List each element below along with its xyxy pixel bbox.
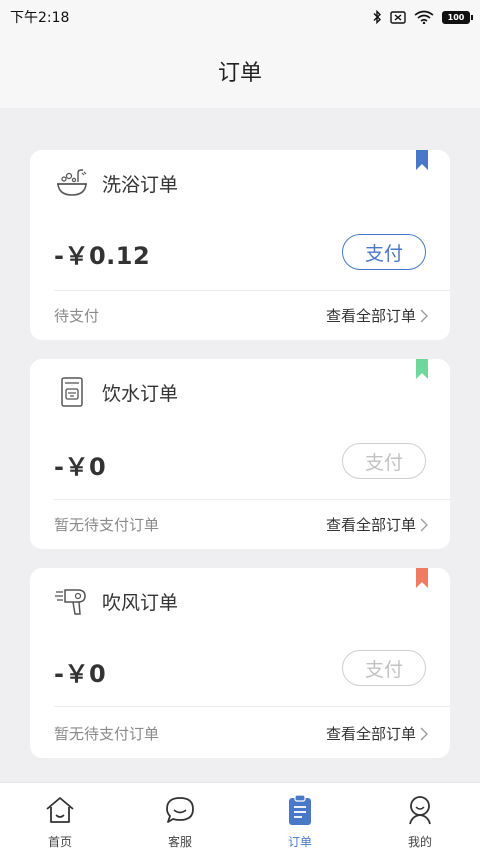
bottom-nav: 首页 客服 订单 我的 <box>0 782 480 854</box>
chevron-right-icon <box>420 518 428 531</box>
pay-button[interactable]: 支付 <box>342 650 426 686</box>
card-divider <box>54 706 450 707</box>
bookmark-icon <box>416 359 428 379</box>
status-bar: 下午2:18 100 <box>0 0 480 34</box>
bookmark-icon <box>416 150 428 170</box>
customer-service-icon <box>163 793 197 827</box>
nav-item-service[interactable]: 客服 <box>120 783 240 854</box>
view-all-label: 查看全部订单 <box>325 307 416 325</box>
nav-label: 首页 <box>47 835 72 849</box>
nav-label: 我的 <box>407 835 432 849</box>
page-header: 订单 <box>0 34 480 108</box>
view-all-label: 查看全部订单 <box>325 516 416 534</box>
card-divider <box>54 290 450 291</box>
nav-label: 订单 <box>287 835 312 849</box>
wifi-icon <box>414 10 434 24</box>
order-card-bath: 洗浴订单 -￥0.12 支付 待支付 查看全部订单 <box>30 150 450 340</box>
bluetooth-icon <box>372 10 382 24</box>
order-amount: -￥0 <box>54 660 107 688</box>
card-header: 洗浴订单 <box>54 168 178 198</box>
battery-level: 100 <box>447 12 465 22</box>
sim-icon <box>390 10 406 24</box>
nav-item-orders[interactable]: 订单 <box>240 783 360 854</box>
view-all-orders-link[interactable]: 查看全部订单 <box>326 305 428 326</box>
page-title: 订单 <box>217 61 262 86</box>
status-icons: 100 <box>372 10 473 24</box>
orders-screen: 下午2:18 100 订单 洗浴订单 -￥0.12 支付 待支付 查看全部订单 … <box>0 0 480 854</box>
nav-item-home[interactable]: 首页 <box>0 783 120 854</box>
hair-dryer-icon <box>54 586 90 616</box>
card-title: 饮水订单 <box>102 382 179 405</box>
card-header: 吹风订单 <box>54 586 178 616</box>
chevron-right-icon <box>420 727 428 740</box>
card-header: 饮水订单 <box>54 377 178 407</box>
order-status: 待支付 <box>54 307 100 325</box>
bookmark-icon <box>416 568 428 588</box>
order-amount: -￥0 <box>54 453 107 481</box>
order-card-water: 饮水订单 -￥0 支付 暂无待支付订单 查看全部订单 <box>30 359 450 549</box>
chevron-right-icon <box>420 309 428 322</box>
order-amount: -￥0.12 <box>54 242 151 270</box>
order-card-dryer: 吹风订单 -￥0 支付 暂无待支付订单 查看全部订单 <box>30 568 450 758</box>
view-all-label: 查看全部订单 <box>325 725 416 743</box>
order-status: 暂无待支付订单 <box>54 725 160 743</box>
orders-icon <box>283 793 317 827</box>
battery-icon: 100 <box>442 10 473 24</box>
water-dispenser-icon <box>54 377 90 407</box>
view-all-orders-link[interactable]: 查看全部订单 <box>326 723 428 744</box>
card-title: 洗浴订单 <box>102 173 179 196</box>
home-icon <box>43 793 77 827</box>
nav-item-profile[interactable]: 我的 <box>360 783 480 854</box>
status-time: 下午2:18 <box>10 10 70 26</box>
card-title: 吹风订单 <box>102 591 179 614</box>
card-divider <box>54 499 450 500</box>
profile-icon <box>403 793 437 827</box>
pay-button[interactable]: 支付 <box>342 234 426 270</box>
bath-icon <box>54 168 90 198</box>
nav-label: 客服 <box>167 835 192 849</box>
view-all-orders-link[interactable]: 查看全部订单 <box>326 514 428 535</box>
order-status: 暂无待支付订单 <box>54 516 160 534</box>
pay-button[interactable]: 支付 <box>342 443 426 479</box>
